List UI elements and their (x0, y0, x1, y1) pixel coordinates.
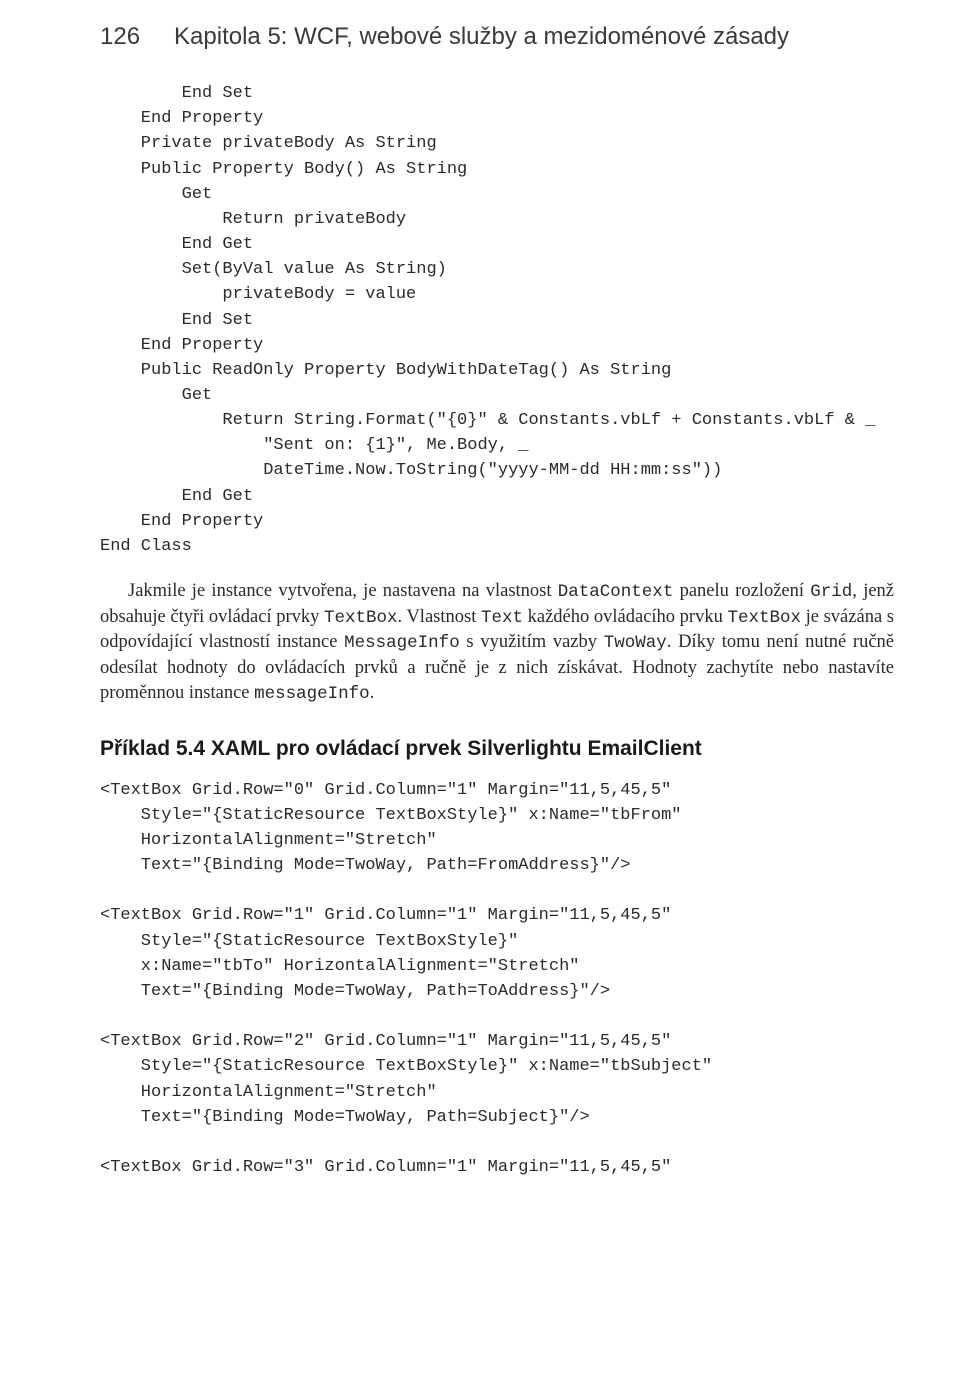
text-run: . Vlastnost (398, 607, 481, 627)
inline-code: MessageInfo (344, 633, 460, 653)
text-run: Jakmile je instance vytvořena, je nastav… (128, 581, 558, 601)
running-header: 126 Kapitola 5: WCF, webové služby a mez… (100, 20, 894, 53)
inline-code: messageInfo (254, 684, 370, 704)
page: 126 Kapitola 5: WCF, webové služby a mez… (0, 0, 960, 1375)
inline-code: TwoWay (604, 633, 667, 653)
text-run: každého ovládacího prvku (523, 607, 727, 627)
inline-code: Grid (810, 582, 852, 602)
inline-code: Text (481, 608, 523, 628)
text-run: s využitím vazby (460, 632, 604, 652)
inline-code: DataContext (558, 582, 674, 602)
text-run: panelu rozložení (673, 581, 810, 601)
chapter-title: Kapitola 5: WCF, webové služby a mezidom… (174, 20, 789, 53)
example-heading: Příklad 5.4 XAML pro ovládací prvek Silv… (100, 735, 894, 764)
body-paragraph: Jakmile je instance vytvořena, je nastav… (100, 579, 894, 707)
inline-code: TextBox (324, 608, 398, 628)
page-number: 126 (100, 20, 140, 53)
code-listing-vb: End Set End Property Private privateBody… (100, 81, 894, 559)
code-listing-xaml: <TextBox Grid.Row="0" Grid.Column="1" Ma… (100, 778, 894, 1181)
text-run: . (370, 683, 375, 703)
inline-code: TextBox (727, 608, 801, 628)
